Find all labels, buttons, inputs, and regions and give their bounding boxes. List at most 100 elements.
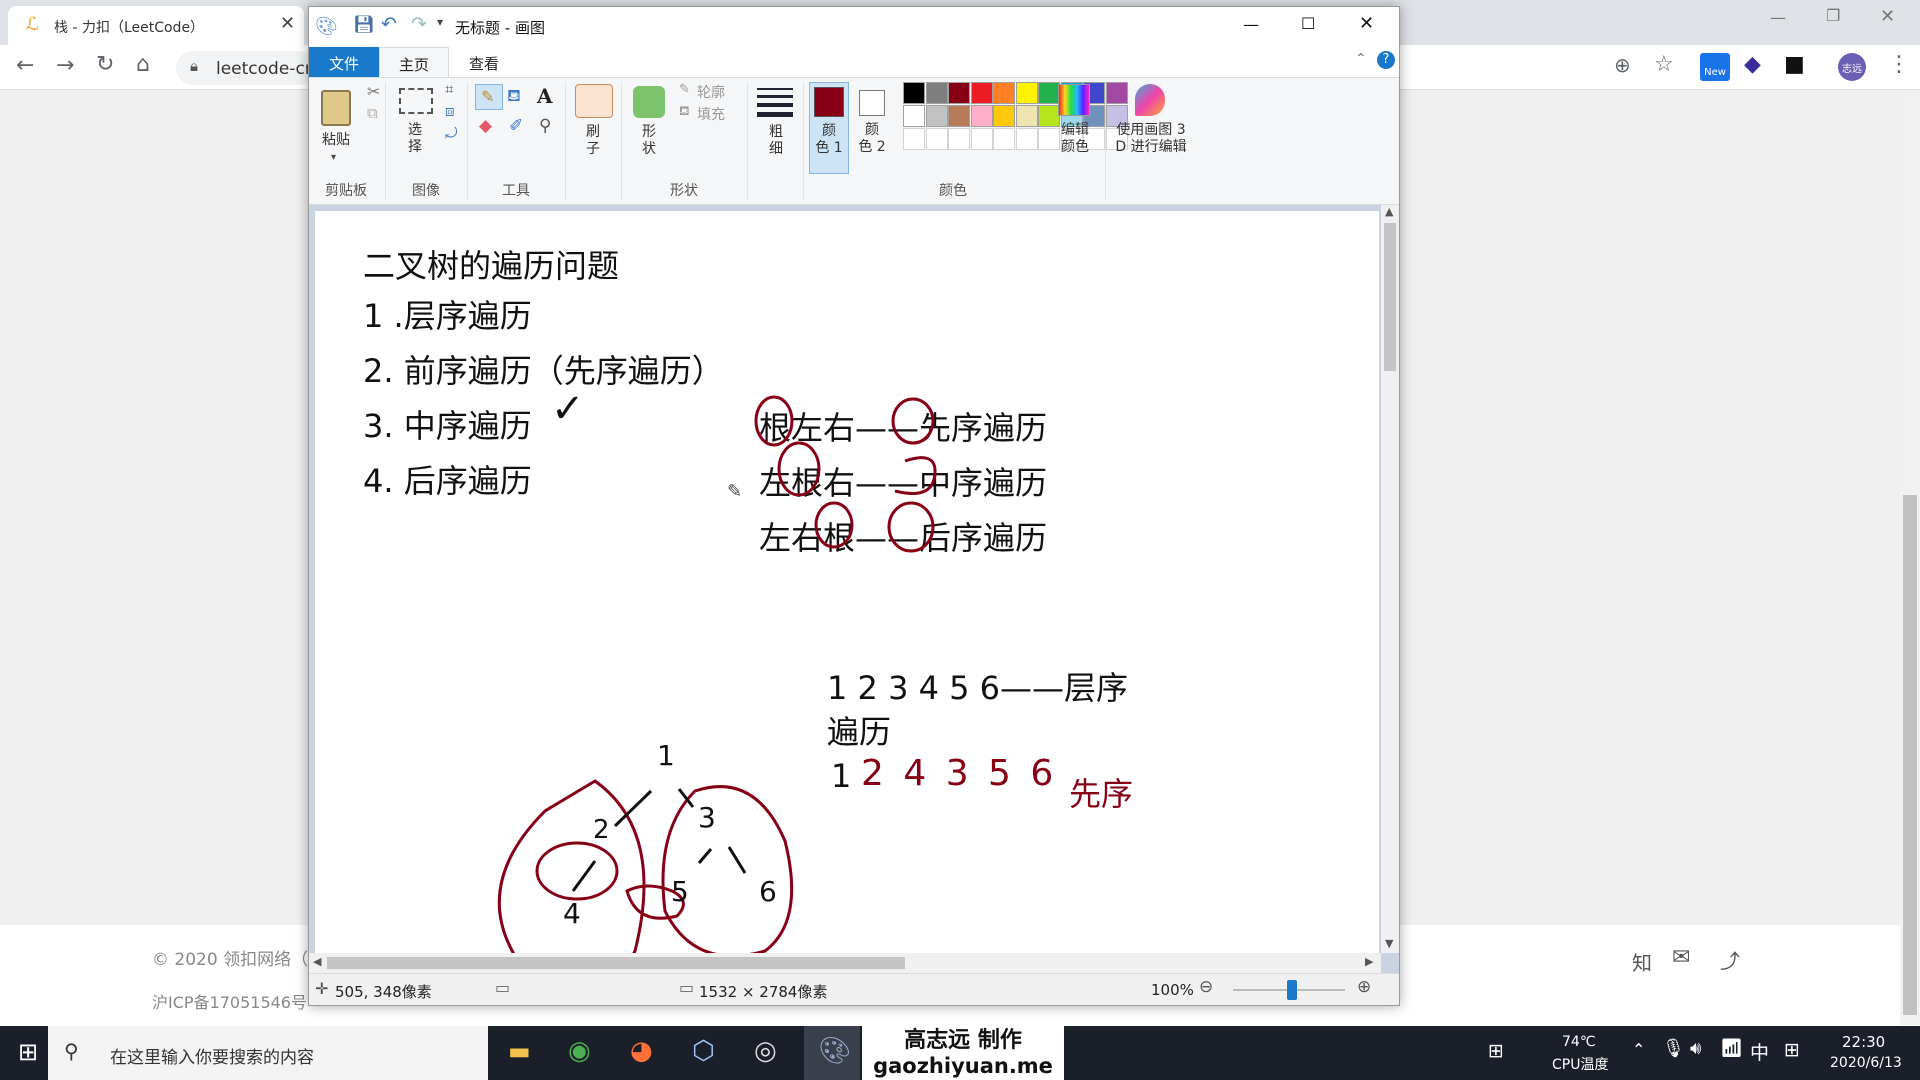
- palette-swatch[interactable]: [925, 82, 948, 104]
- outline-label[interactable]: 轮廓: [697, 82, 725, 102]
- extension-diamond-icon[interactable]: ◆: [1744, 52, 1761, 77]
- close-tab-icon[interactable]: ✕: [280, 13, 295, 34]
- zhihu-icon[interactable]: 知: [1632, 947, 1652, 976]
- address-bar[interactable]: 🔒︎ leetcode-cn: [176, 51, 316, 85]
- palette-swatch[interactable]: [993, 128, 1015, 150]
- extension-mask-icon[interactable]: ■: [1784, 52, 1805, 77]
- palette-swatch[interactable]: [970, 128, 993, 150]
- profile-avatar[interactable]: 志远: [1838, 53, 1866, 81]
- wechat-icon[interactable]: ✉: [1672, 945, 1690, 970]
- pencil-tool[interactable]: ✎: [475, 84, 503, 110]
- paint-maximize-icon[interactable]: ☐: [1301, 14, 1315, 33]
- ime-mode-icon[interactable]: ⊞: [1784, 1039, 1800, 1061]
- color1-button[interactable]: 颜 色 1: [809, 82, 849, 174]
- paint-minimize-icon[interactable]: —: [1243, 15, 1259, 34]
- select-button[interactable]: 选 择: [393, 82, 437, 172]
- more-menu-icon[interactable]: ⋮: [1888, 52, 1910, 77]
- paste-dropdown-icon[interactable]: ▾: [331, 152, 336, 163]
- input-grid-icon[interactable]: ⊞: [1488, 1040, 1504, 1062]
- paste-button[interactable]: 粘贴 ▾: [315, 86, 357, 176]
- palette-swatch[interactable]: [925, 105, 948, 127]
- page-scrollbar-thumb[interactable]: [1903, 495, 1917, 1015]
- reload-icon[interactable]: ↻: [96, 52, 114, 77]
- cut-icon[interactable]: ✂: [367, 82, 380, 101]
- hscroll-thumb[interactable]: [327, 957, 905, 969]
- palette-swatch[interactable]: [925, 128, 948, 150]
- palette-swatch[interactable]: [993, 105, 1015, 127]
- tray-chevron-icon[interactable]: ⌃: [1632, 1040, 1645, 1059]
- crop-icon[interactable]: ⌗: [445, 80, 453, 98]
- virtualbox-icon[interactable]: ⬡: [692, 1036, 715, 1066]
- magnifier-icon[interactable]: ⚲: [539, 116, 551, 136]
- palette-swatch[interactable]: [993, 82, 1015, 104]
- rotate-icon[interactable]: ⤾: [445, 124, 458, 142]
- qat-dropdown-icon[interactable]: ▾: [437, 15, 443, 29]
- obs-icon[interactable]: ◎: [754, 1036, 777, 1066]
- browser-tab[interactable]: ℒ 栈 - 力扣（LeetCode） ✕: [8, 6, 304, 45]
- edit-colors-button[interactable]: 编辑 颜色: [1049, 82, 1101, 174]
- palette-swatch[interactable]: [970, 82, 993, 104]
- palette-swatch[interactable]: [903, 128, 925, 150]
- fill-shape-icon[interactable]: ⛾: [679, 104, 690, 121]
- scroll-down-icon[interactable]: ▼: [1385, 937, 1393, 950]
- firefox-icon[interactable]: ◕: [630, 1036, 653, 1066]
- tab-file[interactable]: 文件: [309, 47, 379, 77]
- wifi-icon[interactable]: 📶︎: [1720, 1038, 1743, 1059]
- home-icon[interactable]: ⌂: [136, 52, 150, 77]
- text-icon[interactable]: A: [537, 84, 553, 108]
- vscroll-thumb[interactable]: [1384, 223, 1396, 371]
- save-icon[interactable]: 💾︎: [353, 15, 375, 35]
- scroll-right-icon[interactable]: ▶: [1365, 955, 1373, 968]
- undo-icon[interactable]: ↶: [381, 13, 397, 35]
- tab-home[interactable]: 主页: [379, 47, 449, 78]
- zoom-icon[interactable]: ⊕: [1614, 53, 1631, 77]
- drawing-canvas[interactable]: 二叉树的遍历问题 1 .层序遍历 2. 前序遍历（先序遍历） 3. 中序遍历 4…: [315, 211, 1379, 955]
- file-explorer-icon[interactable]: ▬: [508, 1037, 531, 1065]
- windows-start-icon[interactable]: ⊞: [18, 1038, 38, 1066]
- ime-indicator[interactable]: 中: [1750, 1038, 1769, 1065]
- outline-icon[interactable]: ✎: [679, 82, 690, 97]
- eraser-icon[interactable]: ◆: [479, 116, 492, 136]
- zoom-out-icon[interactable]: ⊖: [1199, 977, 1213, 997]
- extension-new-icon[interactable]: New: [1700, 53, 1730, 81]
- clock-time[interactable]: 22:30: [1842, 1033, 1885, 1051]
- palette-swatch[interactable]: [1015, 82, 1038, 104]
- taskbar-search-box[interactable]: ⚲ 在这里输入你要搜索的内容: [48, 1026, 488, 1080]
- palette-swatch[interactable]: [1015, 105, 1038, 127]
- palette-swatch[interactable]: [903, 105, 925, 127]
- redo-icon[interactable]: ↷: [411, 13, 427, 35]
- help-icon[interactable]: ?: [1377, 51, 1395, 69]
- forward-icon[interactable]: →: [56, 53, 74, 78]
- tab-view[interactable]: 查看: [449, 47, 519, 77]
- minimize-icon[interactable]: —: [1770, 8, 1786, 27]
- fill-shape-label[interactable]: 填充: [697, 104, 725, 124]
- scroll-left-icon[interactable]: ◀: [313, 955, 321, 968]
- collapse-ribbon-icon[interactable]: ⌃: [1355, 51, 1367, 67]
- microphone-icon[interactable]: 🎙︎: [1662, 1038, 1685, 1059]
- palette-swatch[interactable]: [948, 82, 970, 104]
- canvas-vscroll[interactable]: ▲ ▼: [1381, 205, 1399, 953]
- bookmark-star-icon[interactable]: ☆: [1654, 52, 1674, 77]
- color-picker-icon[interactable]: ✐: [509, 116, 523, 136]
- palette-swatch[interactable]: [948, 128, 970, 150]
- color2-button[interactable]: 颜 色 2: [853, 82, 893, 174]
- palette-swatch[interactable]: [970, 105, 993, 127]
- zoom-slider-thumb[interactable]: [1287, 980, 1297, 1000]
- brushes-button[interactable]: 刷 子: [571, 82, 615, 172]
- clock-date[interactable]: 2020/6/13: [1830, 1055, 1902, 1071]
- palette-swatch[interactable]: [948, 105, 970, 127]
- paint-close-icon[interactable]: ✕: [1359, 13, 1374, 34]
- restore-icon[interactable]: ❐: [1826, 6, 1840, 25]
- palette-swatch[interactable]: [1015, 128, 1038, 150]
- fill-icon[interactable]: ⛾: [507, 86, 521, 108]
- share-icon[interactable]: ⤴: [1720, 945, 1740, 974]
- scroll-up-icon[interactable]: ▲: [1385, 205, 1393, 218]
- zoom-in-icon[interactable]: ⊕: [1357, 977, 1371, 997]
- copy-icon[interactable]: ⧉: [367, 104, 378, 122]
- paint-taskbar-button[interactable]: 🎨︎: [804, 1026, 860, 1080]
- page-scrollbar[interactable]: [1900, 90, 1920, 1025]
- size-button[interactable]: 粗 细: [753, 82, 799, 172]
- back-icon[interactable]: ←: [16, 53, 34, 78]
- paint3d-button[interactable]: 使用画图 3 D 进行编辑: [1109, 82, 1193, 174]
- shapes-button[interactable]: 形 状: [627, 82, 671, 172]
